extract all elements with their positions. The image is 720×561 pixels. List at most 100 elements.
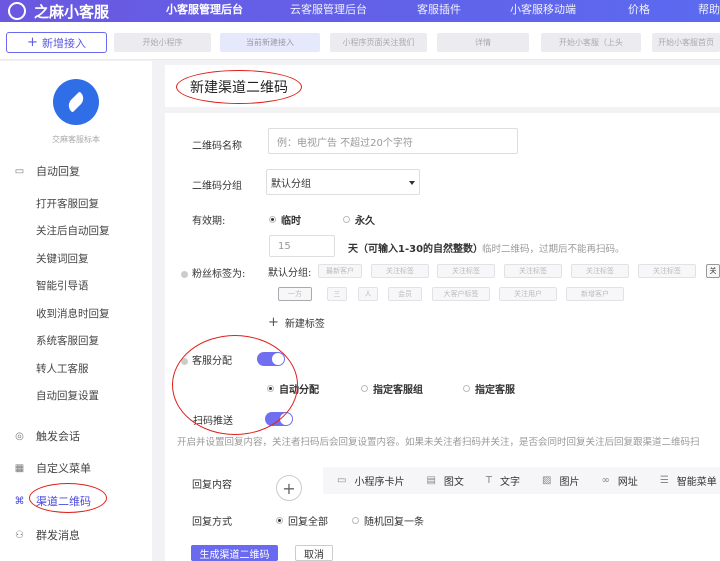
- sidebar-group-custom-menu[interactable]: ▦ 自定义菜单: [14, 460, 91, 476]
- reply-option-label: 网址: [617, 477, 638, 488]
- cancel-button[interactable]: 取消: [295, 545, 333, 561]
- radio-label: 自动分配: [279, 385, 319, 396]
- qrcode-icon: ⌘: [14, 495, 25, 507]
- tag-chip[interactable]: 人: [358, 287, 378, 301]
- reply-option-smart-menu[interactable]: ☰ 智能菜单: [660, 473, 717, 488]
- reply-option-label: 文字: [500, 477, 521, 488]
- service-agent-radio[interactable]: 指定客服: [463, 381, 515, 396]
- days-input[interactable]: 15: [269, 235, 335, 257]
- signal-icon: ◎: [15, 430, 24, 442]
- nav-item-price[interactable]: 价格: [628, 0, 650, 22]
- reply-random-radio[interactable]: 随机回复一条: [352, 513, 424, 528]
- service-group-radio[interactable]: 指定客服组: [361, 381, 423, 396]
- tag-chip[interactable]: 最新客户: [318, 264, 362, 278]
- tab-chip[interactable]: 开始小程序: [114, 33, 211, 52]
- sidebar-group-trigger[interactable]: ◎ 触发会话: [14, 428, 80, 444]
- reply-option-link[interactable]: ∞ 网址: [601, 473, 637, 488]
- link-icon: ∞: [601, 475, 610, 486]
- sidebar-group-label: 渠道二维码: [36, 495, 91, 508]
- reply-type-bar: ▭ 小程序卡片 ▤ 图文 T 文字 ▨ 图片 ∞ 网址 ☰ 智能菜单: [323, 467, 720, 494]
- add-reply-button[interactable]: +: [276, 475, 302, 501]
- sidebar-item-open-reply[interactable]: 打开客服回复: [36, 196, 99, 211]
- sidebar-item-keyword-reply[interactable]: 关键词回复: [36, 251, 89, 266]
- sidebar-group-channel-qrcode[interactable]: ⌘ 渠道二维码: [14, 493, 92, 509]
- users-icon: ⚇: [15, 529, 24, 541]
- sidebar-group-auto-reply[interactable]: ▭ 自动回复: [14, 163, 80, 179]
- radio-circle: [463, 385, 470, 392]
- sidebar-group-mass-message[interactable]: ⚇ 群发消息: [14, 527, 80, 543]
- validity-permanent-radio[interactable]: 永久: [343, 212, 375, 227]
- grid-icon: ▦: [14, 462, 25, 474]
- tag-chip[interactable]: 三: [327, 287, 347, 301]
- tag-chip[interactable]: 新增客户: [566, 287, 624, 301]
- days-hint: 临时二维码，过期后不能再扫码。: [482, 244, 625, 255]
- reply-option-image-text[interactable]: ▤ 图文: [426, 473, 463, 488]
- tab-bar: + 新增接入 开始小程序 当前新建接入 小程序页面关注我们 详情 开始小客服（上…: [0, 22, 720, 60]
- tag-chip[interactable]: 关注标签: [571, 264, 629, 278]
- title-bar: 新建渠道二维码: [165, 65, 720, 107]
- generate-qrcode-button[interactable]: 生成渠道二维码: [191, 545, 278, 561]
- tab-chip[interactable]: 开始小客服首页: [652, 33, 720, 52]
- validity-temporary-radio[interactable]: 临时: [269, 212, 301, 227]
- tab-chip[interactable]: 小程序页面关注我们: [330, 33, 427, 52]
- qrcode-group-value: 默认分组: [271, 178, 311, 190]
- plus-icon: +: [27, 35, 38, 50]
- radio-circle: [343, 216, 350, 223]
- tag-chip[interactable]: 大客户标签: [432, 287, 490, 301]
- qrcode-group-label: 二维码分组: [192, 181, 242, 192]
- tag-chip[interactable]: 关注标签: [437, 264, 495, 278]
- picture-icon: ▨: [542, 475, 552, 486]
- reply-option-text[interactable]: T 文字: [486, 473, 520, 488]
- tag-chip[interactable]: 关: [706, 264, 720, 278]
- reply-option-picture[interactable]: ▨ 图片: [542, 473, 579, 488]
- sidebar-item-smart-guide[interactable]: 智能引导语: [36, 278, 89, 293]
- tab-chip-active[interactable]: 当前新建接入: [220, 33, 320, 52]
- qrcode-name-input[interactable]: 例：电视广告 不超过20个字符: [268, 128, 518, 154]
- tag-chip[interactable]: 一方: [278, 287, 312, 301]
- nav-item-plugin[interactable]: 客服插件: [417, 0, 461, 22]
- sidebar-group-label: 自动回复: [36, 165, 80, 178]
- radio-label: 临时: [281, 216, 301, 227]
- brand[interactable]: 之麻小客服: [0, 0, 109, 22]
- sidebar-group-label: 自定义菜单: [36, 462, 91, 475]
- reply-option-miniapp[interactable]: ▭ 小程序卡片: [337, 473, 404, 488]
- tag-chip[interactable]: 关注标签: [371, 264, 429, 278]
- service-allocation-toggle[interactable]: [257, 352, 285, 366]
- tag-chip[interactable]: 关注用户: [499, 287, 557, 301]
- add-tag-label: 新建标签: [284, 319, 325, 330]
- radio-label: 回复全部: [288, 517, 328, 528]
- sidebar-item-reply-settings[interactable]: 自动回复设置: [36, 388, 99, 403]
- tag-chip[interactable]: 关注标签: [504, 264, 562, 278]
- qrcode-name-label: 二维码名称: [192, 141, 242, 152]
- sidebar-item-system-reply[interactable]: 系统客服回复: [36, 333, 99, 348]
- plus-icon: +: [268, 315, 279, 330]
- tags-group-label: 默认分组:: [268, 268, 312, 279]
- new-tab-button[interactable]: + 新增接入: [6, 32, 107, 53]
- nav-item-admin[interactable]: 小客服管理后台: [166, 0, 243, 22]
- nav-item-help[interactable]: 帮助: [698, 0, 720, 22]
- sidebar-item-follow-reply[interactable]: 关注后自动回复: [36, 223, 110, 238]
- nav-item-cloud-admin[interactable]: 云客服管理后台: [290, 0, 367, 22]
- sidebar-item-message-reply[interactable]: 收到消息时回复: [36, 306, 110, 321]
- tab-chip[interactable]: 开始小客服（上头: [541, 33, 641, 52]
- tab-chip[interactable]: 详情: [437, 33, 529, 52]
- service-auto-radio[interactable]: 自动分配: [267, 381, 319, 396]
- nav-item-mobile[interactable]: 小客服移动端: [510, 0, 576, 22]
- sidebar-item-human-service[interactable]: 转人工客服: [36, 361, 89, 376]
- radio-label: 指定客服组: [373, 385, 423, 396]
- reply-all-radio[interactable]: 回复全部: [276, 513, 328, 528]
- scan-push-toggle[interactable]: [265, 412, 293, 426]
- radio-label: 永久: [355, 216, 375, 227]
- tag-chip[interactable]: 会员: [388, 287, 422, 301]
- add-tag-button[interactable]: + 新建标签: [268, 315, 325, 330]
- sidebar-group-label: 群发消息: [36, 529, 80, 542]
- scan-push-hint: 开启并设置回复内容，关注者扫码后会回复设置内容。如果未关注者扫码并关注，是否会同…: [177, 437, 700, 448]
- qrcode-group-select[interactable]: 默认分组: [266, 169, 420, 195]
- radio-circle: [361, 385, 368, 392]
- scan-push-label: 扫码推送: [193, 416, 233, 427]
- tag-chip[interactable]: 关注标签: [638, 264, 696, 278]
- reply-method-label: 回复方式: [192, 517, 232, 528]
- radio-circle: [267, 385, 274, 392]
- new-tab-label: 新增接入: [41, 36, 86, 50]
- reply-option-label: 图片: [559, 477, 580, 488]
